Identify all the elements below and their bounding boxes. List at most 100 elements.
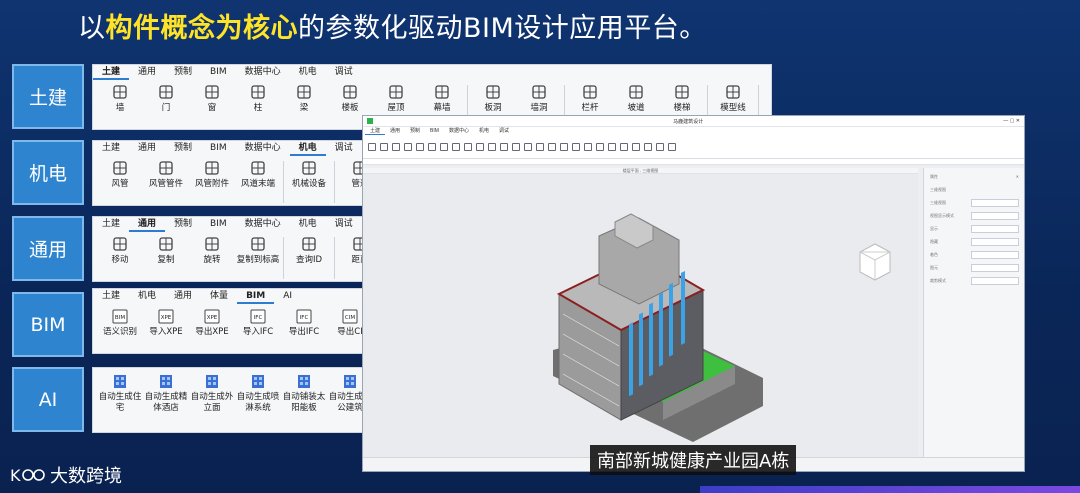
ribbon-tab[interactable]: 土建 [93, 141, 129, 156]
toolbar-icon[interactable] [560, 142, 568, 151]
toolbar-icon[interactable] [668, 142, 676, 151]
ribbon-tab[interactable]: 机电 [290, 65, 326, 80]
ribbon-tab[interactable]: BIM [201, 217, 236, 232]
tool-button[interactable]: 查询ID [286, 235, 332, 279]
category-civil[interactable]: 土建 [12, 64, 84, 129]
3d-viewport[interactable]: 楼层平面 - 三维视图 [363, 168, 918, 459]
tool-button[interactable]: 门 [143, 83, 189, 127]
toolbar-icon[interactable] [656, 142, 664, 151]
toolbar-icon[interactable] [428, 142, 436, 151]
tool-button[interactable]: 自动生成精体酒店 [143, 372, 189, 414]
ribbon-tab[interactable]: 土建 [93, 289, 129, 304]
category-ai[interactable]: AI [12, 367, 84, 432]
toolbar-icon[interactable] [452, 142, 460, 151]
window-tab[interactable]: 通用 [385, 127, 405, 135]
building-model[interactable] [363, 174, 918, 459]
close-icon[interactable]: ✕ [1016, 174, 1019, 179]
tool-button[interactable]: 机械设备 [286, 159, 332, 203]
ribbon-tab[interactable]: 通用 [129, 217, 166, 232]
toolbar-icon[interactable] [596, 142, 604, 151]
ribbon-tab[interactable]: 调试 [326, 217, 362, 232]
category-general[interactable]: 通用 [12, 216, 84, 281]
prop-field[interactable] [971, 263, 1019, 272]
tool-button[interactable]: IFC 导出IFC [281, 307, 327, 338]
ribbon-tab[interactable]: 土建 [93, 65, 130, 80]
ribbon-tab[interactable]: 机电 [129, 289, 165, 304]
ribbon-tab[interactable]: AI [274, 289, 301, 304]
view-cube-icon[interactable] [859, 243, 891, 281]
ribbon-tab[interactable]: BIM [237, 289, 275, 304]
tool-button[interactable]: 窗 [189, 83, 235, 127]
toolbar-icon[interactable] [512, 142, 520, 151]
ribbon-tab[interactable]: 通用 [165, 289, 201, 304]
prop-field[interactable] [971, 224, 1019, 233]
ribbon-tab[interactable]: 机电 [290, 217, 326, 232]
category-mep[interactable]: 机电 [12, 140, 84, 205]
toolbar-icon[interactable] [524, 142, 532, 151]
ribbon-tab[interactable]: 通用 [129, 141, 165, 156]
tool-button[interactable]: 墙 [97, 83, 143, 127]
window-tab[interactable]: 机电 [474, 127, 494, 135]
tool-button[interactable]: XPE 导出XPE [189, 307, 235, 338]
tool-button[interactable]: 风道末端 [235, 159, 281, 203]
prop-field[interactable] [971, 276, 1019, 285]
tool-button[interactable]: 自动生成住宅 [97, 372, 143, 414]
toolbar-icon[interactable] [440, 142, 448, 151]
toolbar-icon[interactable] [572, 142, 580, 151]
category-bim[interactable]: BIM [12, 292, 84, 357]
ribbon-tab[interactable]: 预制 [165, 217, 201, 232]
tool-button[interactable]: 风管附件 [189, 159, 235, 203]
tool-button[interactable]: 柱 [235, 83, 281, 127]
window-tab[interactable]: 数据中心 [444, 127, 474, 135]
tool-button[interactable]: XPE 导入XPE [143, 307, 189, 338]
window-tab[interactable]: 调试 [494, 127, 514, 135]
tool-button[interactable]: 梁 [281, 83, 327, 127]
toolbar-icon[interactable] [464, 142, 472, 151]
toolbar-icon[interactable] [416, 142, 424, 151]
tool-button[interactable]: IFC 导入IFC [235, 307, 281, 338]
prop-field[interactable] [971, 198, 1019, 207]
toolbar-icon[interactable] [500, 142, 508, 151]
ribbon-tab[interactable]: 预制 [165, 65, 201, 80]
toolbar-icon[interactable] [632, 142, 640, 151]
toolbar-icon[interactable] [380, 142, 388, 151]
tool-button[interactable]: 风管管件 [143, 159, 189, 203]
tool-button[interactable]: 移动 [97, 235, 143, 279]
tool-button[interactable]: 风管 [97, 159, 143, 203]
toolbar-icon[interactable] [548, 142, 556, 151]
toolbar-icon[interactable] [392, 142, 400, 151]
tool-button[interactable]: 自动生成喷淋系统 [235, 372, 281, 414]
tool-button[interactable]: 自动生成外立面 [189, 372, 235, 414]
ribbon-tab[interactable]: 土建 [93, 217, 129, 232]
prop-field[interactable] [971, 237, 1019, 246]
tool-button[interactable]: BIM 语义识别 [97, 307, 143, 338]
ribbon-tab[interactable]: 通用 [129, 65, 165, 80]
ribbon-tab[interactable]: 数据中心 [236, 217, 290, 232]
window-tab[interactable]: 预制 [405, 127, 425, 135]
tool-button[interactable]: 自动铺装太阳能板 [281, 372, 327, 414]
ribbon-tab[interactable]: BIM [201, 141, 236, 156]
ribbon-tab[interactable]: 调试 [326, 141, 362, 156]
window-tab[interactable]: 土建 [365, 127, 386, 135]
window-controls-icon[interactable]: — ▢ ✕ [1003, 118, 1020, 124]
window-tab[interactable]: BIM [425, 127, 444, 135]
toolbar-icon[interactable] [368, 142, 376, 151]
tool-button[interactable]: 复制到标高 [235, 235, 281, 279]
tool-button[interactable]: 旋转 [189, 235, 235, 279]
ribbon-tab[interactable]: 数据中心 [236, 65, 290, 80]
ribbon-tab[interactable]: 预制 [165, 141, 201, 156]
ribbon-tab[interactable]: 数据中心 [236, 141, 290, 156]
ribbon-tab[interactable]: 调试 [326, 65, 362, 80]
ribbon-tab[interactable]: 机电 [289, 141, 326, 156]
toolbar-icon[interactable] [476, 142, 484, 151]
toolbar-icon[interactable] [488, 142, 496, 151]
tool-button[interactable]: 复制 [143, 235, 189, 279]
toolbar-icon[interactable] [584, 142, 592, 151]
toolbar-icon[interactable] [536, 142, 544, 151]
toolbar-icon[interactable] [620, 142, 628, 151]
prop-field[interactable] [971, 211, 1019, 220]
prop-field[interactable] [971, 250, 1019, 259]
ribbon-tab[interactable]: 体量 [201, 289, 237, 304]
toolbar-icon[interactable] [644, 142, 652, 151]
ribbon-tab[interactable]: BIM [201, 65, 236, 80]
